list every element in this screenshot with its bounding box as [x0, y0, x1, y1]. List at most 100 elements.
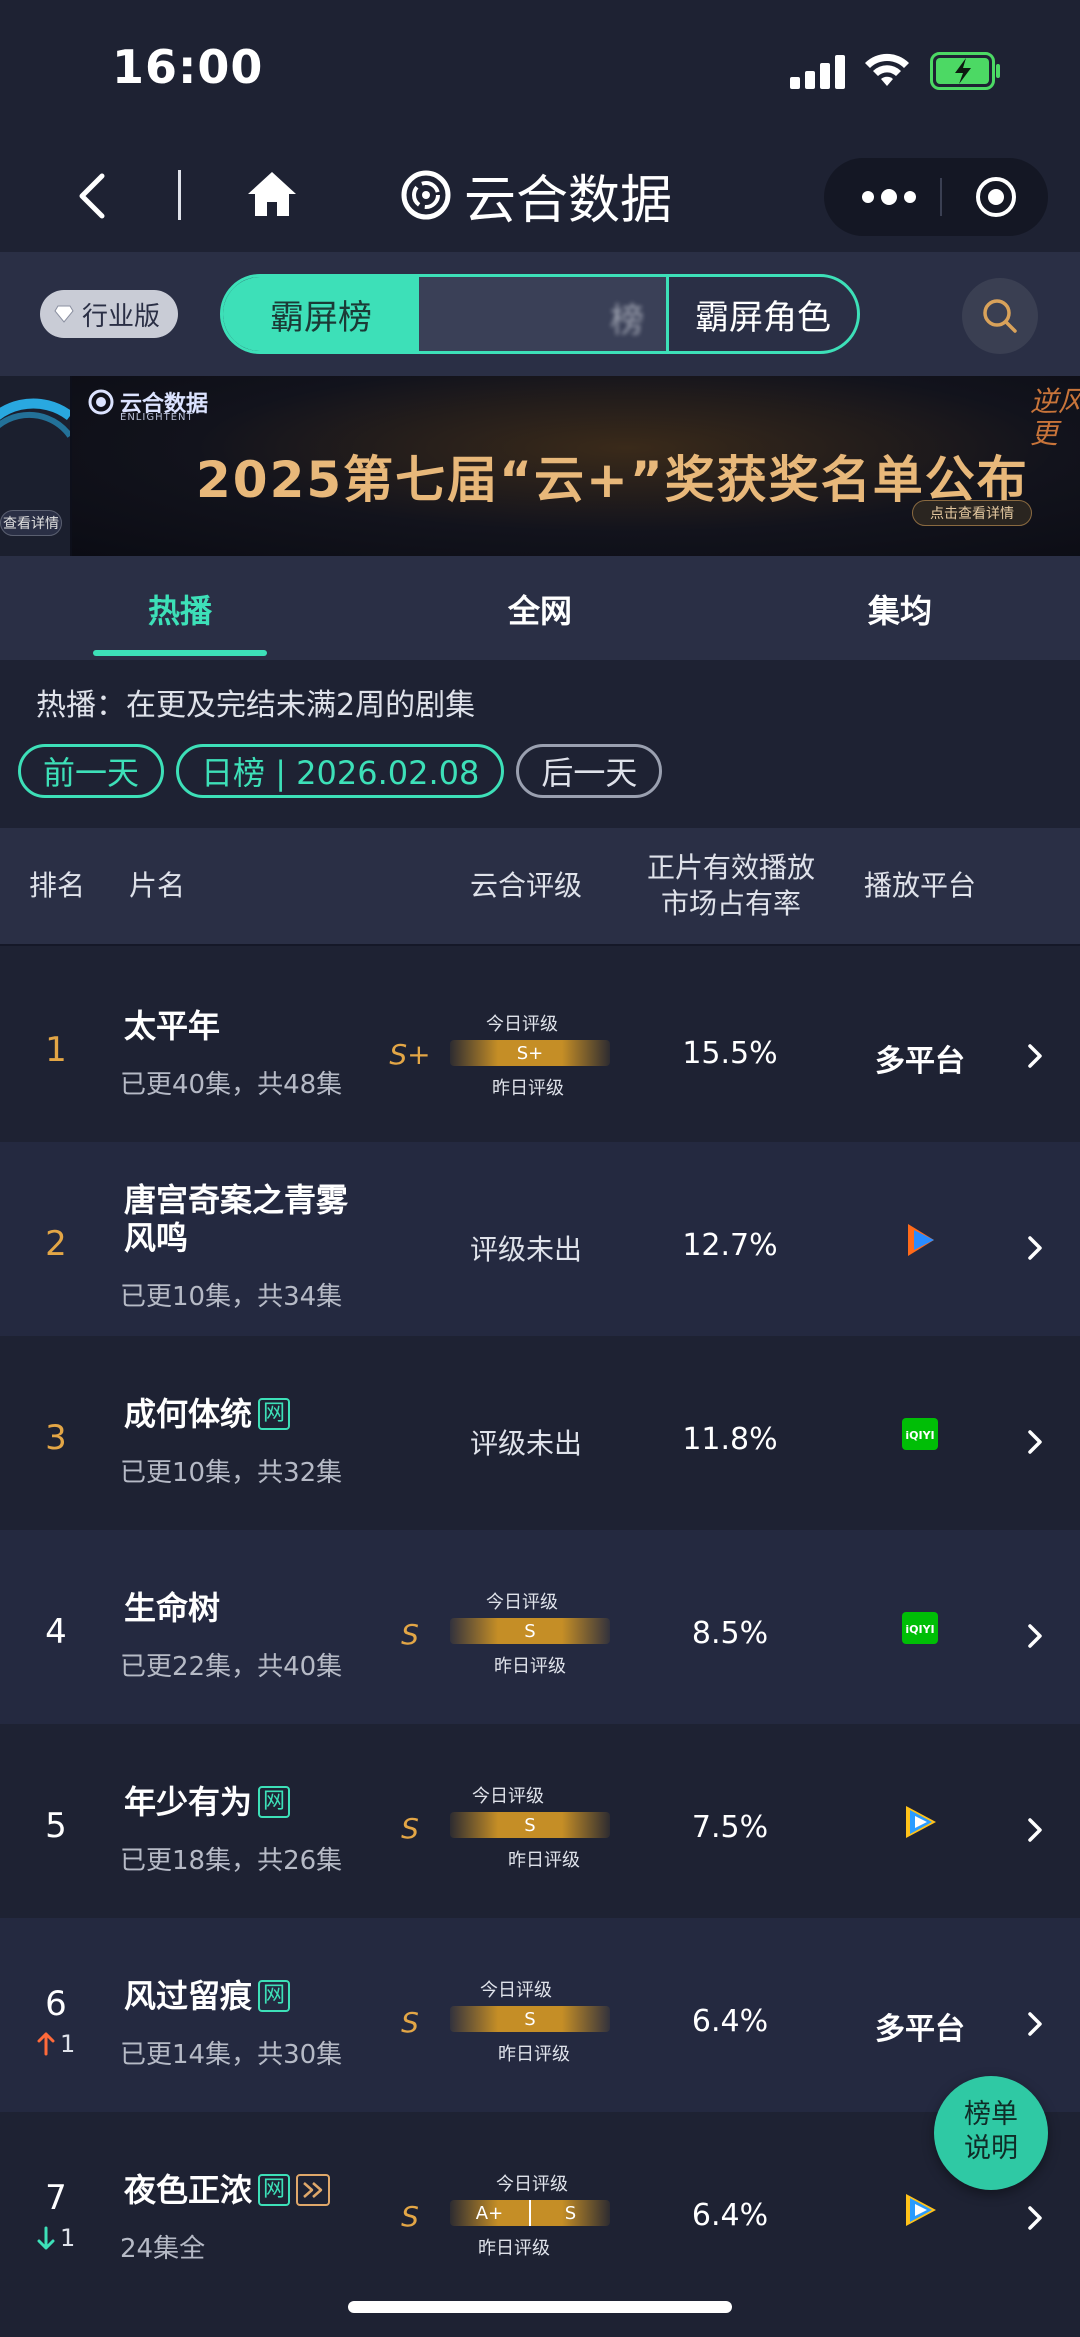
status-bar: 16:00 — [0, 0, 1080, 140]
diamond-icon — [54, 305, 74, 323]
svg-text:iQIYI: iQIYI — [905, 1623, 934, 1636]
rank-change-value: 1 — [60, 2224, 76, 2252]
status-time: 16:00 — [112, 40, 264, 94]
table-row[interactable]: 6 1 风过留痕网 已更14集，共30集 S 今日评级 S 昨日评级 6.4% … — [0, 1918, 1080, 2112]
promo-banner[interactable]: 查看详情 云合数据 ENLIGHTENT 2025第七届“云+”奖获奖名单公布 … — [0, 376, 1080, 556]
grade-bar: S — [450, 1618, 610, 1644]
back-icon[interactable] — [68, 168, 118, 224]
episode-status: 已更10集，共32集 — [120, 1458, 343, 1488]
date-picker-button[interactable]: 日榜 | 2026.02.08 — [176, 744, 505, 798]
grade-bar-today: S — [564, 2202, 577, 2224]
more-icon[interactable] — [854, 178, 924, 216]
yunhe-logo-icon — [401, 170, 451, 220]
edition-badge[interactable]: 行业版 — [40, 290, 179, 338]
web-series-badge: 网 — [258, 1980, 291, 2012]
ranking-type-segment: 霸屏榜 榜 霸屏角色 — [220, 274, 860, 354]
wifi-icon — [865, 53, 909, 86]
yesterday-grade-label: 昨日评级 — [508, 1850, 580, 1871]
search-button[interactable] — [962, 278, 1038, 354]
iqiyi-icon: iQIYI — [902, 1612, 938, 1644]
svg-text:iQIYI: iQIYI — [905, 1429, 934, 1442]
table-row[interactable]: 4 生命树 已更22集，共40集 S 今日评级 S 昨日评级 8.5% iQIY… — [0, 1530, 1080, 1724]
banner-prev-peek: 查看详情 — [0, 376, 74, 556]
grade-bar-value: S — [524, 1814, 536, 1836]
episode-status: 已更22集，共40集 — [120, 1652, 343, 1682]
drama-title-text-line2: 风鸣 — [124, 1219, 189, 1257]
close-miniprogram-icon[interactable] — [974, 175, 1018, 219]
segment-blurred[interactable]: 榜 — [419, 277, 669, 351]
capsule-divider — [940, 178, 942, 216]
chart-tabs: 热播 全网 集均 — [0, 556, 1080, 660]
chevron-right-icon[interactable] — [1026, 1234, 1044, 1262]
banner-logo-icon — [88, 389, 114, 415]
tab-active-indicator — [93, 650, 267, 656]
banner-headline: 2025第七届“云+”奖获奖名单公布 — [196, 451, 1029, 509]
table-row[interactable]: 1 太平年 已更40集，共48集 S+ 今日评级 S+ 昨日评级 15.5% 多… — [0, 948, 1080, 1142]
market-share: 11.8% — [682, 1422, 778, 1457]
chevron-right-icon[interactable] — [1026, 1042, 1044, 1070]
segment-dominance-chart[interactable]: 霸屏榜 — [223, 277, 419, 351]
drama-title: 成何体统网 — [124, 1394, 291, 1434]
banner-cta[interactable]: 点击查看详情 — [912, 500, 1032, 526]
drama-title-text: 生命树 — [124, 1589, 221, 1627]
tab-hot[interactable]: 热播 — [90, 586, 270, 632]
web-series-badge: 网 — [258, 1398, 291, 1430]
grade-letter: S+ — [389, 1038, 431, 1071]
chart-description: 热播：在更及完结未满2周的剧集 — [36, 688, 476, 723]
grade-bar: S — [450, 1812, 610, 1838]
yesterday-grade-label: 昨日评级 — [492, 1078, 564, 1099]
header-rank: 排名 — [28, 869, 85, 902]
market-share: 6.4% — [691, 2198, 769, 2233]
drama-title: 太平年 — [124, 1006, 220, 1046]
drama-title: 夜色正浓 网 — [124, 2170, 331, 2210]
drama-title: 风过留痕网 — [124, 1976, 291, 2016]
segment-blurred-label: 榜 — [610, 301, 644, 341]
filter-bar: 行业版 霸屏榜 榜 霸屏角色 — [0, 252, 1080, 376]
chevron-right-icon[interactable] — [1026, 1816, 1044, 1844]
wave-graphic-icon — [0, 398, 74, 438]
app-title: 云合数据 — [464, 170, 673, 231]
drama-title: 生命树 — [124, 1588, 220, 1628]
tab-episode-average[interactable]: 集均 — [810, 586, 990, 632]
chevron-right-icon[interactable] — [1026, 2204, 1044, 2232]
rank-change-up: 1 — [36, 2030, 75, 2058]
drama-title: 年少有为网 — [124, 1782, 291, 1822]
home-icon[interactable] — [244, 166, 300, 222]
tab-all-network[interactable]: 全网 — [450, 586, 630, 632]
rank-number: 7 — [45, 2178, 67, 2218]
today-grade-label: 今日评级 — [486, 1592, 558, 1613]
table-row[interactable]: 3 成何体统网 已更10集，共32集 评级未出 11.8% iQIYI — [0, 1336, 1080, 1530]
grade-bar: S — [450, 2006, 610, 2032]
yesterday-grade-label: 昨日评级 — [478, 2238, 550, 2259]
tencent-video-icon — [906, 1806, 936, 1838]
nav-divider — [178, 170, 181, 220]
prev-day-button[interactable]: 前一天 — [18, 744, 165, 798]
web-series-badge: 网 — [258, 2174, 291, 2206]
table-row[interactable]: 2 唐宫奇案之青雾 风鸣 已更10集，共34集 评级未出 12.7% — [0, 1142, 1080, 1336]
rank-number: 4 — [45, 1612, 67, 1652]
drama-title-line2: 风鸣 — [124, 1218, 188, 1258]
rank-number: 1 — [45, 1030, 67, 1070]
table-row[interactable]: 5 年少有为网 已更18集，共26集 S 今日评级 S 昨日评级 7.5% — [0, 1724, 1080, 1918]
rank-number: 3 — [45, 1418, 67, 1458]
edition-label: 行业版 — [82, 301, 161, 332]
home-indicator[interactable] — [348, 2301, 732, 2313]
chevron-right-icon[interactable] — [1026, 1622, 1044, 1650]
banner-prev-cta: 查看详情 — [0, 510, 62, 536]
drama-title-text: 年少有为 — [124, 1783, 253, 1821]
next-day-button[interactable]: 后一天 — [516, 744, 663, 798]
grade-bar-value: S — [524, 2008, 536, 2030]
rank-change-down: 1 — [36, 2224, 75, 2252]
chart-explanation-line1: 榜单 — [964, 2099, 1018, 2130]
chart-explanation-button[interactable]: 榜单 说明 — [934, 2076, 1048, 2190]
chevron-right-icon[interactable] — [1026, 1428, 1044, 1456]
arrow-up-icon — [37, 2032, 55, 2056]
episode-status: 已更14集，共30集 — [120, 2040, 343, 2070]
grade-pending: 评级未出 — [469, 1233, 582, 1266]
rank-number: 6 — [45, 1984, 67, 2024]
today-grade-label: 今日评级 — [472, 1786, 544, 1807]
chevron-right-icon[interactable] — [1026, 2010, 1044, 2038]
table-row[interactable]: 7 1 夜色正浓 网 24集全 S 今日评级 A+ S 昨日评级 6.4% — [0, 2112, 1080, 2306]
header-platform: 播放平台 — [863, 869, 976, 902]
segment-dominance-role[interactable]: 霸屏角色 — [669, 277, 857, 351]
